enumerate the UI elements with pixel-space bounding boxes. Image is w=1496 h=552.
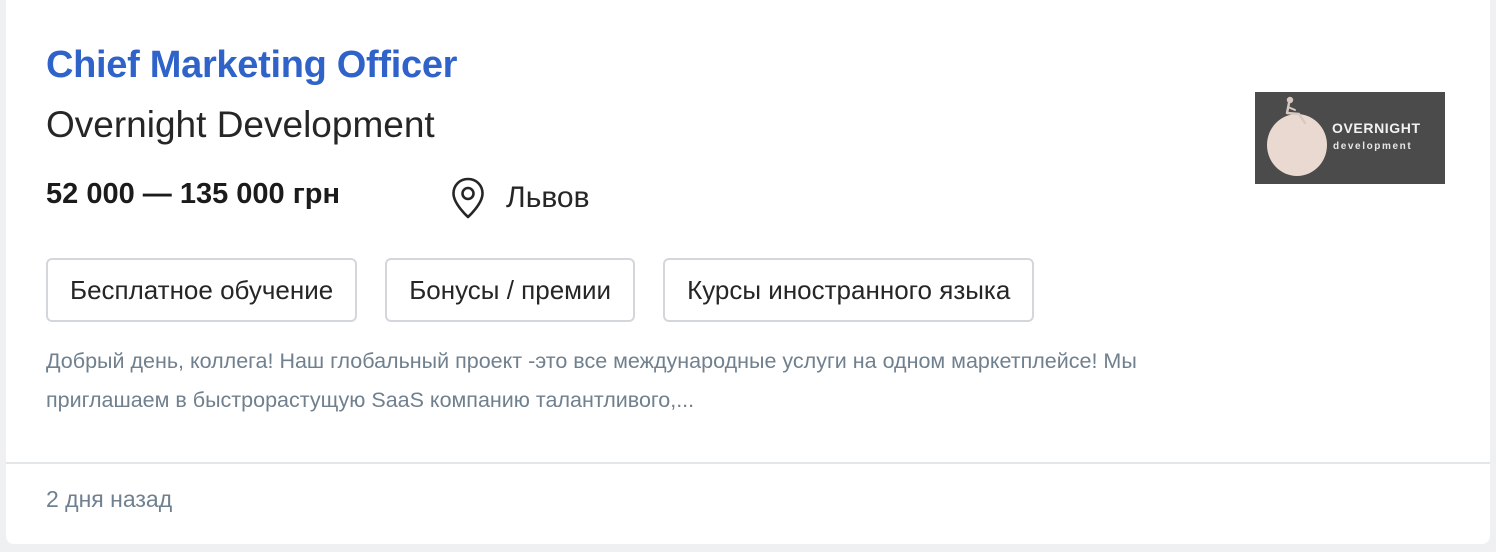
benefit-tag: Бонусы / премии — [385, 258, 636, 322]
salary-range: 52 000 — 135 000 грн — [46, 178, 341, 210]
map-pin-icon — [452, 177, 484, 219]
location: Львов — [450, 176, 590, 220]
company-name: Overnight Development — [46, 104, 435, 145]
company-logo[interactable]: OVERNIGHT development — [1255, 92, 1445, 184]
vacancy-card[interactable]: Chief Marketing Officer Overnight Develo… — [6, 0, 1490, 544]
logo-subtitle: development — [1333, 141, 1413, 152]
logo-figure-icon — [1285, 96, 1307, 124]
benefit-tag: Курсы иностранного языка — [663, 258, 1035, 322]
card-divider — [6, 462, 1490, 464]
logo-wordmark: OVERNIGHT — [1332, 120, 1421, 136]
snippet-line-2: приглашаем в быстрорастущую SaaS компани… — [46, 388, 695, 412]
posted-date: 2 дня назад — [46, 486, 173, 512]
snippet-line-1: Добрый день, коллега! Наш глобальный про… — [46, 349, 1137, 373]
location-city: Львов — [506, 181, 590, 214]
vacancy-title-link[interactable]: Chief Marketing Officer — [46, 44, 457, 87]
vacancy-snippet: Добрый день, коллега! Наш глобальный про… — [46, 342, 1346, 420]
benefit-tags: Бесплатное обучение Бонусы / премии Курс… — [46, 258, 1035, 322]
benefit-tag: Бесплатное обучение — [46, 258, 358, 322]
